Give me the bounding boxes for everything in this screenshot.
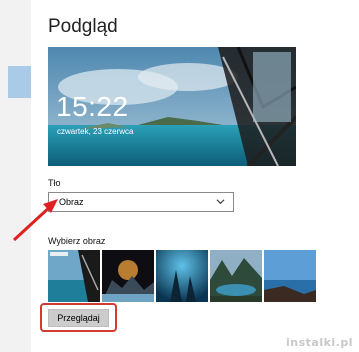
background-dropdown[interactable]: Obraz: [48, 192, 234, 212]
browse-button[interactable]: Przeglądaj: [48, 309, 109, 327]
wallpaper-thumbnail-4[interactable]: [210, 250, 262, 302]
choose-picture-label: Wybierz obraz: [48, 236, 106, 246]
wallpaper-thumbnail-1[interactable]: [48, 250, 100, 302]
watermark-logo: instalki.pl: [285, 336, 353, 349]
wallpaper-thumbnail-3[interactable]: [156, 250, 208, 302]
page-title: Podgląd: [48, 16, 118, 37]
lock-clock-date: czwartek, 23 czerwca: [57, 127, 134, 136]
background-label: Tło: [48, 178, 61, 188]
left-nav-strip: [0, 0, 31, 352]
lock-screen-preview: 15:22 czwartek, 23 czerwca: [48, 47, 296, 166]
wallpaper-thumbnail-2[interactable]: [102, 250, 154, 302]
wallpaper-thumbnail-5[interactable]: [264, 250, 316, 302]
background-dropdown-value: Obraz: [59, 197, 84, 207]
lock-clock-time: 15:22: [56, 91, 129, 122]
nav-selection-indicator: [8, 66, 31, 98]
picture-thumbnails: [48, 250, 316, 302]
chevron-down-icon: [216, 199, 225, 205]
